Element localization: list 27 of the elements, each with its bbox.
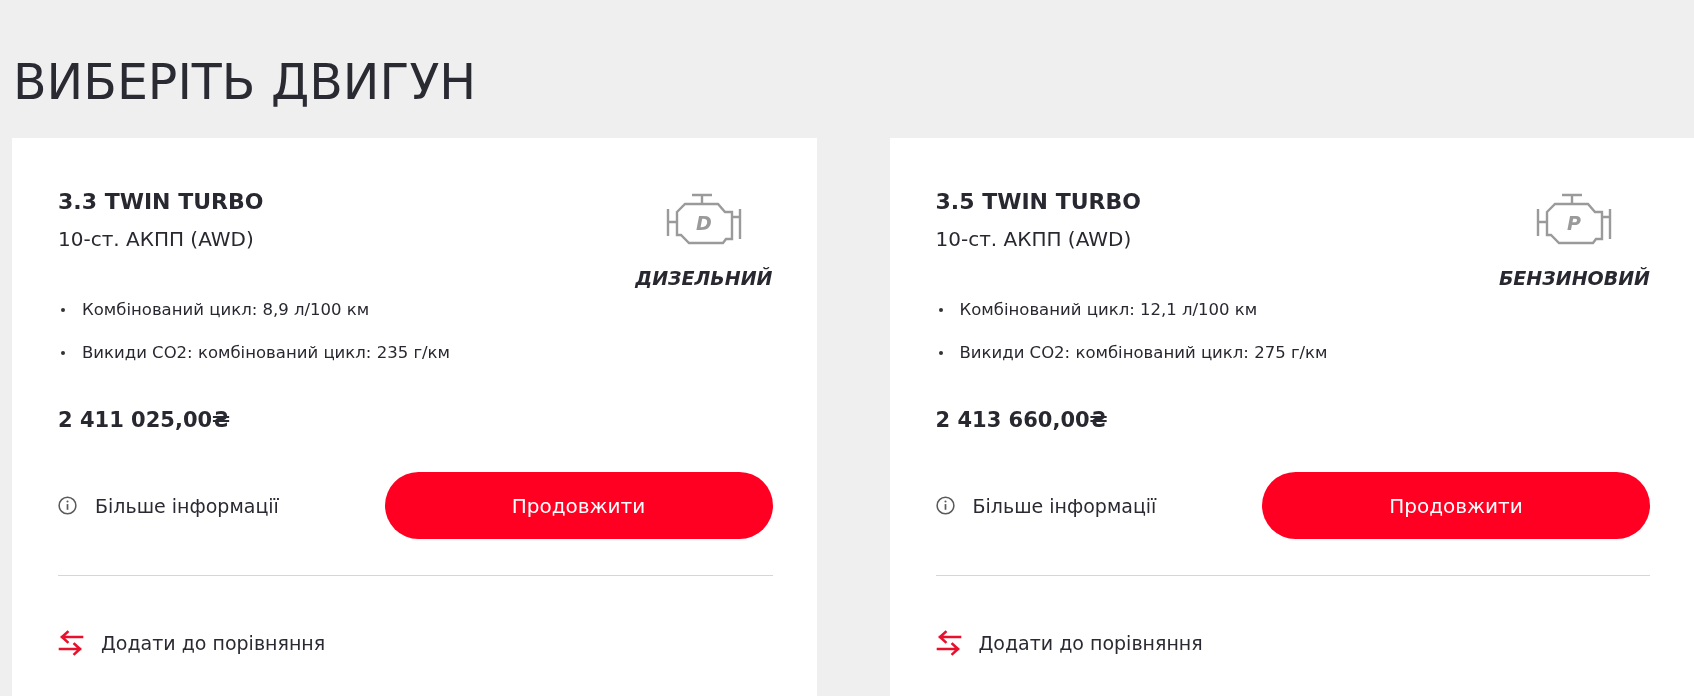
bullet-icon — [61, 308, 65, 312]
page-title: ВИБЕРІТЬ ДВИГУН — [13, 54, 477, 111]
price: 2 413 660,00₴ — [935, 407, 1108, 434]
compare-link[interactable]: Додати до порівняння — [935, 628, 1203, 658]
info-icon — [935, 496, 955, 515]
continue-button[interactable]: Продовжити — [384, 472, 773, 539]
transmission-text: 10-ст. АКПП (AWD) — [58, 226, 255, 253]
price: 2 411 025,00₴ — [58, 407, 231, 434]
fuel-type-label: БЕНЗИНОВИЙ — [1498, 266, 1650, 290]
spec-text: Викиди CO2: комбінований цикл: 275 г/км — [959, 342, 1328, 364]
fuel-type-label: ДИЗЕЛЬНИЙ — [635, 266, 773, 290]
spec-text: Комбінований цикл: 8,9 л/100 км — [82, 299, 370, 321]
continue-button[interactable]: Продовжити — [1262, 472, 1650, 539]
bullet-icon — [61, 351, 65, 355]
more-info-link[interactable]: Більше інформації — [935, 491, 1157, 520]
bullet-icon — [938, 351, 943, 355]
spec-text: Комбінований цикл: 12,1 л/100 км — [959, 299, 1258, 321]
info-icon — [58, 496, 77, 515]
swap-arrows-icon — [58, 630, 84, 656]
engine-name: 3.5 TWIN TURBO — [935, 188, 1141, 216]
engine-name: 3.3 TWIN TURBO — [58, 188, 264, 216]
compare-link[interactable]: Додати до порівняння — [58, 628, 326, 658]
swap-arrows-icon — [935, 630, 962, 656]
spec-text: Викиди CO2: комбінований цикл: 235 г/км — [82, 342, 451, 364]
more-info-link[interactable]: Більше інформації — [58, 491, 279, 520]
transmission-text: 10-ст. АКПП (AWD) — [935, 226, 1133, 253]
bullet-icon — [938, 308, 943, 312]
